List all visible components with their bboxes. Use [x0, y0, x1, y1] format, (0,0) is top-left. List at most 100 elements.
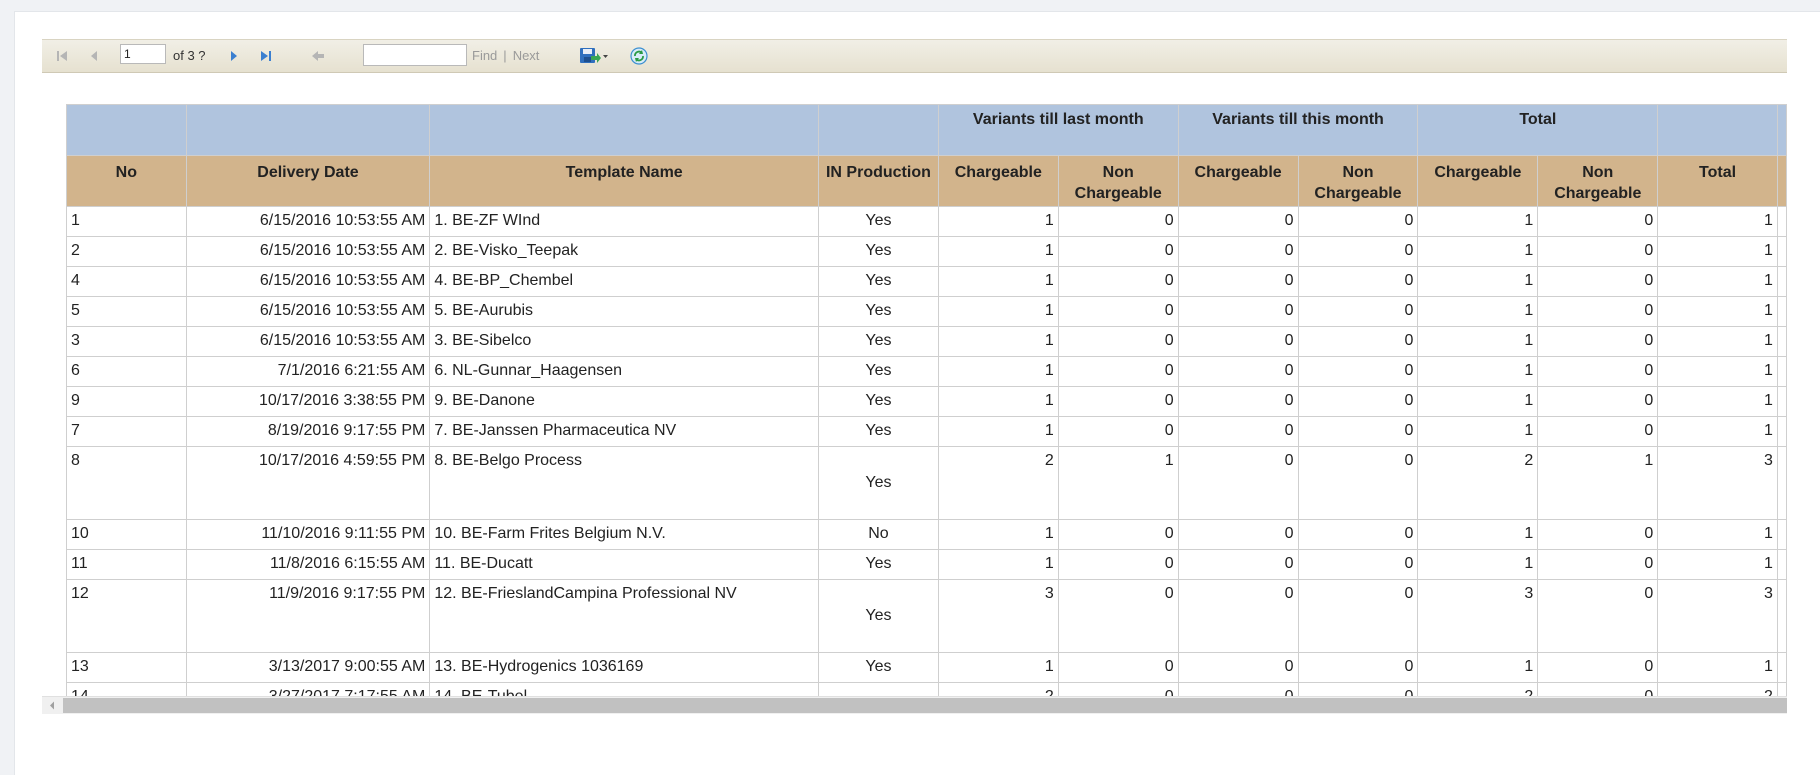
- cell-extra: [1776, 519, 1787, 550]
- cell-delivery-date: 11/9/2016 9:17:55 PM: [185, 579, 431, 653]
- cell-non-chargeable-this: 0: [1297, 519, 1419, 550]
- cell-extra: [1776, 266, 1787, 297]
- cell-non-chargeable-this: 0: [1297, 206, 1419, 237]
- cell-chargeable-this: 0: [1177, 519, 1299, 550]
- cell-non-chargeable-last: 0: [1057, 519, 1179, 550]
- next-link[interactable]: Next: [513, 48, 540, 63]
- cell-extra: [1776, 652, 1787, 683]
- cell-total: 1: [1657, 416, 1778, 447]
- cell-in-production: Yes: [818, 446, 939, 520]
- cell-non-chargeable-this: 0: [1297, 579, 1419, 653]
- cell-non-chargeable-last: 0: [1057, 386, 1179, 417]
- cell-chargeable-total: 1: [1417, 652, 1539, 683]
- cell-chargeable-total: 3: [1417, 579, 1539, 653]
- col-header-total: Total: [1657, 155, 1778, 207]
- cell-non-chargeable-last: 0: [1057, 326, 1179, 357]
- cell-chargeable-this: 0: [1177, 266, 1299, 297]
- cell-no: 8: [66, 446, 187, 520]
- cell-chargeable-this: 0: [1177, 652, 1299, 683]
- cell-total: 1: [1657, 206, 1778, 237]
- find-link[interactable]: Find: [472, 48, 497, 63]
- horizontal-scrollbar[interactable]: [42, 696, 1787, 714]
- cell-non-chargeable-last: 0: [1057, 356, 1179, 387]
- refresh-icon: [630, 47, 648, 65]
- cell-in-production: [818, 682, 939, 696]
- cell-total: 1: [1657, 519, 1778, 550]
- report-table-body: 1 6/15/2016 10:53:55 AM 1. BE-ZF WInd Yes 1 0…: [66, 206, 1787, 696]
- cell-delivery-date: 6/15/2016 10:53:55 AM: [185, 326, 431, 357]
- cell-chargeable-total: 1: [1417, 416, 1539, 447]
- group-header-cell: [818, 104, 939, 156]
- cell-no: 6: [66, 356, 187, 387]
- col-header-chargeable-total: Chargeable: [1417, 155, 1539, 207]
- cell-chargeable-last: 1: [937, 206, 1059, 237]
- cell-non-chargeable-total: 0: [1537, 652, 1659, 683]
- cell-no: 3: [66, 326, 187, 357]
- cell-chargeable-last: 3: [937, 579, 1059, 653]
- table-row: 13 3/13/2017 9:00:55 AM 13. BE-Hydrogenics…: [66, 652, 1787, 683]
- back-icon: [312, 51, 324, 61]
- cell-total: 3: [1657, 579, 1778, 653]
- cell-non-chargeable-this: 0: [1297, 296, 1419, 327]
- cell-delivery-date: 6/15/2016 10:53:55 AM: [185, 206, 431, 237]
- cell-non-chargeable-total: 0: [1537, 236, 1659, 267]
- cell-chargeable-this: 0: [1177, 446, 1299, 520]
- cell-template-name: 8. BE-Belgo Process: [429, 446, 819, 520]
- cell-total: 1: [1657, 652, 1778, 683]
- back-to-parent-button[interactable]: [307, 40, 329, 72]
- scroll-left-button[interactable]: [42, 697, 62, 714]
- cell-non-chargeable-total: 1: [1537, 446, 1659, 520]
- cell-no: 7: [66, 416, 187, 447]
- cell-no: 2: [66, 236, 187, 267]
- cell-non-chargeable-total: 0: [1537, 266, 1659, 297]
- col-header-extra: [1776, 155, 1787, 207]
- cell-non-chargeable-last: 0: [1057, 296, 1179, 327]
- cell-in-production: Yes: [818, 296, 939, 327]
- group-header-cell: [1657, 104, 1778, 156]
- cell-chargeable-last: 1: [937, 519, 1059, 550]
- next-page-icon: [231, 51, 237, 61]
- table-row: 3 6/15/2016 10:53:55 AM 3. BE-Sibelco Yes 1 0…: [66, 326, 1787, 357]
- cell-chargeable-total: 2: [1417, 682, 1539, 696]
- cell-template-name: 11. BE-Ducatt: [429, 549, 819, 580]
- col-header-non-chargeable-this: Non Chargeable: [1297, 155, 1419, 207]
- cell-template-name: 5. BE-Aurubis: [429, 296, 819, 327]
- group-header-cell: [185, 104, 431, 156]
- cell-non-chargeable-last: 0: [1057, 416, 1179, 447]
- col-header-template-name: Template Name: [429, 155, 819, 207]
- table-row: 11 11/8/2016 6:15:55 AM 11. BE-Ducatt Yes 1 0…: [66, 549, 1787, 580]
- cell-non-chargeable-total: 0: [1537, 549, 1659, 580]
- cell-in-production: Yes: [818, 652, 939, 683]
- export-button[interactable]: [576, 40, 612, 72]
- cell-in-production: Yes: [818, 266, 939, 297]
- cell-non-chargeable-last: 0: [1057, 579, 1179, 653]
- first-page-button[interactable]: [52, 40, 72, 72]
- col-header-chargeable-last: Chargeable: [937, 155, 1059, 207]
- cell-in-production: Yes: [818, 206, 939, 237]
- cell-extra: [1776, 549, 1787, 580]
- table-row: 8 10/17/2016 4:59:55 PM 8. BE-Belgo Proces…: [66, 446, 1787, 520]
- cell-extra: [1776, 236, 1787, 267]
- cell-total: 1: [1657, 549, 1778, 580]
- cell-non-chargeable-total: 0: [1537, 682, 1659, 696]
- cell-non-chargeable-this: 0: [1297, 356, 1419, 387]
- previous-page-button[interactable]: [84, 40, 104, 72]
- scrollbar-thumb[interactable]: [63, 698, 1787, 713]
- cell-no: 13: [66, 652, 187, 683]
- cell-total: 1: [1657, 356, 1778, 387]
- cell-no: 4: [66, 266, 187, 297]
- cell-chargeable-last: 1: [937, 296, 1059, 327]
- cell-non-chargeable-total: 0: [1537, 416, 1659, 447]
- cell-chargeable-last: 2: [937, 446, 1059, 520]
- cell-template-name: 4. BE-BP_Chembel: [429, 266, 819, 297]
- cell-template-name: 14. BE-Tubel: [429, 682, 819, 696]
- next-page-button[interactable]: [224, 40, 244, 72]
- last-page-button[interactable]: [256, 40, 276, 72]
- find-text-input[interactable]: [363, 44, 467, 66]
- page-number-input[interactable]: [120, 44, 166, 64]
- refresh-button[interactable]: [628, 40, 650, 72]
- table-row: 10 11/10/2016 9:11:55 PM 10. BE-Farm Frite…: [66, 519, 1787, 550]
- cell-no: 12: [66, 579, 187, 653]
- cell-in-production: Yes: [818, 326, 939, 357]
- cell-no: 9: [66, 386, 187, 417]
